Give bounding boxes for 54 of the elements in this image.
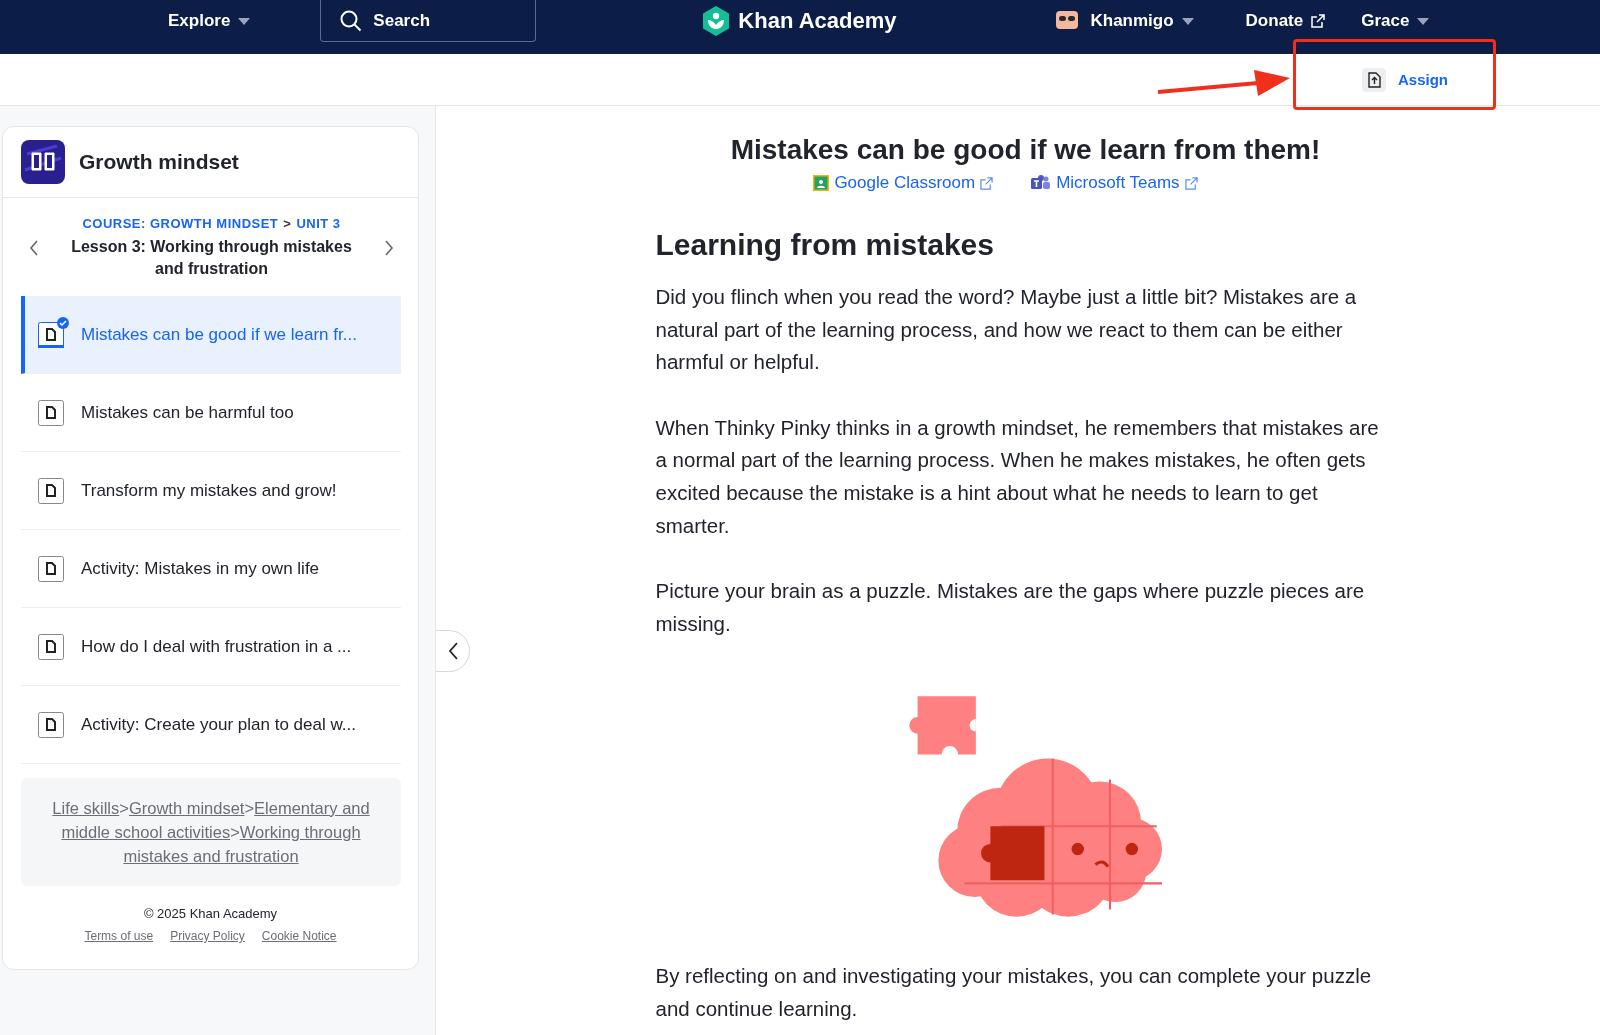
breadcrumb-separator: > <box>283 216 292 231</box>
chevron-left-icon[interactable] <box>29 240 39 256</box>
external-link-icon <box>1311 14 1326 28</box>
breadcrumb-trail[interactable]: Life skills>Growth mindset>Elementary and middle school activities>Working through mistakes and frustration <box>21 778 401 886</box>
article-icon <box>38 633 64 660</box>
external-link-icon <box>1184 176 1198 190</box>
footer-link[interactable]: Cookie Notice <box>261 929 337 943</box>
course-title: Growth mindset <box>79 150 239 174</box>
chevron-right-icon[interactable] <box>384 240 394 256</box>
explore-menu[interactable]: Explore <box>168 7 251 35</box>
caret-icon <box>1417 17 1430 25</box>
share-link[interactable]: Google Classroom <box>813 173 994 193</box>
article-icon <box>38 711 64 738</box>
article-icon <box>38 399 64 426</box>
lesson-item[interactable]: Mistakes can be good if we learn fr... <box>21 296 401 374</box>
copyright-text: © 2025 Khan Academy <box>142 906 279 921</box>
course-book-icon <box>21 140 65 184</box>
share-link[interactable]: Microsoft Teams <box>1031 173 1198 193</box>
article-icon <box>38 321 64 348</box>
lesson-title: Lesson 3: Working through mistakes and frustration <box>70 237 353 279</box>
article-icon <box>38 477 64 504</box>
lesson-item[interactable]: Activity: Create your plan to deal w... <box>21 686 401 764</box>
collapse-sidebar-button[interactable] <box>436 630 470 672</box>
user-menu[interactable]: Grace <box>1361 7 1430 35</box>
khanmigo-menu[interactable]: Khanmigo <box>1056 7 1194 35</box>
article-paragraph: When Thinky Pinky thinks in a growth mindset, he remembers that mistakes are a normal part of the learning process. When he makes mistakes, he often gets excited because the mistake is a hint about what he needs to learn to get smarter. <box>655 414 1380 539</box>
article-paragraph: By reflecting on and investigating your mistakes, you can complete your puzzle and continue learning. <box>655 963 1373 1022</box>
article-title: Mistakes can be good if we learn from them! <box>729 133 1322 167</box>
external-link-icon <box>980 176 994 190</box>
chevron-left-icon <box>447 642 458 660</box>
footer-link[interactable]: Terms of use <box>84 929 154 943</box>
caret-icon <box>238 17 251 25</box>
caret-icon <box>1181 17 1194 25</box>
section-heading: Learning from mistakes <box>655 227 995 263</box>
article-paragraph: Did you flinch when you read the word? Maybe just a little bit? Mistakes are a natural part of the learning process, and how we react to them can be either harmful or helpful. <box>655 284 1358 376</box>
classroom-icon <box>813 175 830 191</box>
search-icon <box>340 10 363 32</box>
lesson-item[interactable]: Activity: Mistakes in my own life <box>21 530 401 608</box>
article-paragraph: Picture your brain as a puzzle. Mistakes are the gaps where puzzle pieces are missing. <box>655 578 1366 637</box>
article-icon <box>38 555 64 582</box>
donate-link[interactable]: Donate <box>1245 7 1326 35</box>
course-link[interactable]: COURSE: GROWTH MINDSET <box>82 216 279 231</box>
search-field[interactable]: Search <box>320 0 537 42</box>
site-logo-text[interactable]: Khan Academy <box>738 8 897 34</box>
assign-button[interactable]: Assign <box>1358 61 1452 98</box>
teams-icon <box>1031 175 1052 191</box>
lesson-item[interactable]: How do I deal with frustration in a ... <box>21 608 401 686</box>
lesson-item[interactable]: Transform my mistakes and grow! <box>21 452 401 530</box>
mascot-icon <box>1056 11 1079 31</box>
document-upload-icon <box>1362 67 1386 92</box>
unit-link[interactable]: UNIT 3 <box>296 216 341 231</box>
lesson-item[interactable]: Mistakes can be harmful too <box>21 374 401 452</box>
footer-link[interactable]: Privacy Policy <box>170 929 245 943</box>
logo-icon <box>702 6 731 36</box>
